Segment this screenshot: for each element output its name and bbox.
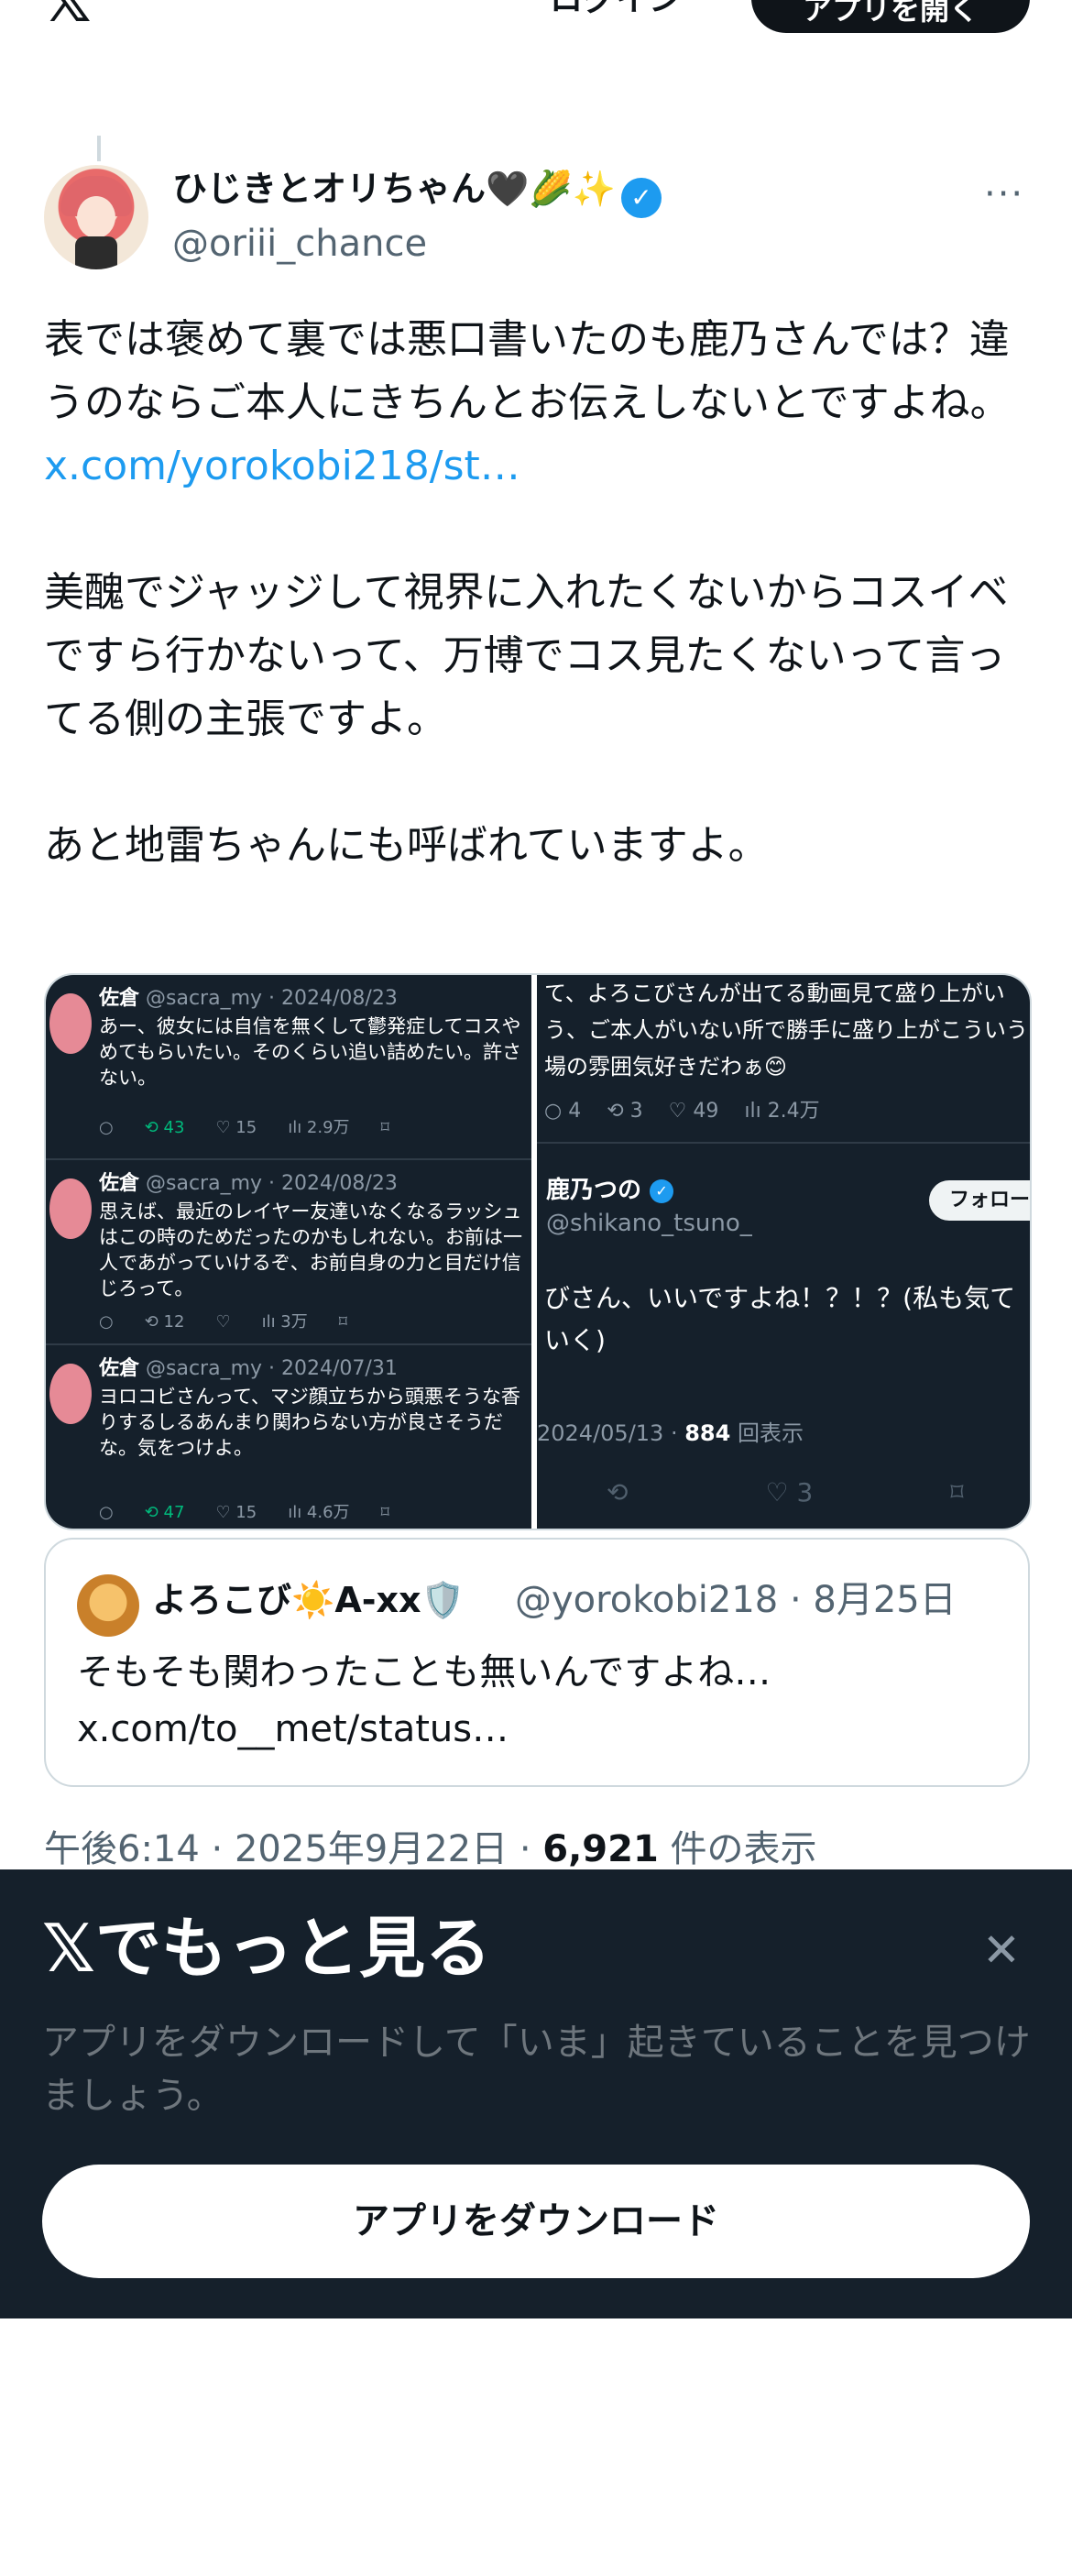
follow-button: フォロー [929,1180,1030,1221]
open-app-button[interactable]: アプリを開く [751,0,1030,33]
like-icon: ♡ 15 [215,1503,257,1522]
retweet-icon: ⟲ [607,1477,629,1507]
media-image-left[interactable]: 佐倉 @sacra_my · 2024/08/23 あー、彼女には自信を無くして… [46,975,531,1529]
avatar [49,993,92,1054]
view-count: 6,921 [542,1828,659,1870]
avatar [49,1178,92,1239]
views-icon: ılı 2.9万 [288,1118,350,1137]
embedded-post: 佐倉 @sacra_my · 2024/08/23 思えば、最近のレイヤー友達い… [46,1160,531,1345]
media-grid[interactable]: 佐倉 @sacra_my · 2024/08/23 あー、彼女には自信を無くして… [44,973,1032,1530]
embedded-post: 佐倉 @sacra_my · 2024/08/23 あー、彼女には自信を無くして… [46,975,531,1160]
timestamp[interactable]: 午後6:14 · 2025年9月22日 · [44,1828,542,1870]
top-bar: 𝕏 ログイン アプリを開く [0,0,1072,37]
like-icon: ♡ 49 [668,1100,719,1123]
login-link[interactable]: ログイン [550,0,682,20]
avatar[interactable] [44,165,148,269]
views-icon: ılı 2.4万 [744,1100,820,1123]
verified-badge-icon: ✓ [620,178,662,218]
retweet-icon: ⟲ 43 [144,1118,185,1137]
retweet-icon: ⟲ 3 [607,1100,643,1123]
author-name-row[interactable]: ひじきとオリちゃん🖤🌽✨ ✓ [172,165,662,218]
tweet-paragraph-3: あと地雷ちゃんにも呼ばれていますよ。 [44,822,769,869]
avatar [77,1574,139,1637]
reply-icon: ○ [99,1118,114,1137]
reply-icon: ○ [99,1503,114,1522]
media-image-right[interactable]: て、よろこびさんが出てる動画見て盛り上がいう、ご本人がいない所で勝手に盛り上がこ… [537,975,1030,1529]
quoted-tweet[interactable]: よろこび☀️A-xx🛡️ @yorokobi218 · 8月25日 そもそも関わ… [44,1538,1030,1787]
views-icon: ılı 3万 [261,1312,308,1332]
embedded-post: 佐倉 @sacra_my · 2024/07/31 ヨロコビさんって、マジ顔立ち… [46,1345,531,1529]
tweet-paragraph-2: 美醜でジャッジして視界に入れたくないからコスイベですら行かないって、万博でコス見… [44,569,1009,742]
quoted-author-handle: @yorokobi218 · 8月25日 [515,1579,957,1621]
close-icon[interactable]: ✕ [982,1924,1021,1976]
verified-badge-icon: ✓ [650,1179,674,1203]
banner-subtitle: アプリをダウンロードして「いま」起きていることを見つけましょう。 [42,2022,1031,2117]
author-emoji: 🖤🌽✨ [486,169,616,209]
app-promo-banner: 𝕏でもっと見る ✕ アプリをダウンロードして「いま」起きていることを見つけましょ… [0,1869,1072,2318]
like-icon: ♡ 3 [765,1477,814,1507]
like-icon: ♡ [215,1312,231,1332]
bookmark-icon: ⌑ [380,1503,389,1522]
reply-icon: ○ [99,1312,114,1332]
tweet-meta: 午後6:14 · 2025年9月22日 · 6,921 件の表示 [44,1828,817,1870]
author-handle[interactable]: @oriii_chance [172,220,427,268]
retweet-icon: ⟲ 12 [144,1312,185,1332]
tweet-text: 表では褒めて裏では悪口書いたのも鹿乃さんでは？違うのならご本人にきちんとお伝えし… [44,308,1034,877]
thread-line [97,136,101,161]
bookmark-icon: ⌑ [380,1118,389,1137]
quoted-text: そもそも関わったことも無いんですよね… x.com/to__met/status… [77,1651,771,1750]
avatar [49,1364,92,1424]
bookmark-icon: ⌑ [950,1477,964,1507]
views-icon: ılı 4.6万 [288,1503,350,1522]
reply-icon: ○ 4 [544,1100,582,1123]
more-options-icon[interactable]: ··· [984,176,1024,213]
author-name[interactable]: ひじきとオリちゃん [172,169,486,209]
tweet-paragraph-1: 表では褒めて裏では悪口書いたのも鹿乃さんでは？違うのならご本人にきちんとお伝えし… [44,316,1011,426]
tweet-link[interactable]: x.com/yorokobi218/st… [44,443,520,489]
bookmark-icon: ⌑ [338,1312,348,1332]
retweet-icon: ⟲ 47 [144,1503,185,1522]
download-app-button[interactable]: アプリをダウンロード [42,2165,1030,2278]
like-icon: ♡ 15 [215,1118,257,1137]
quoted-author-name: よろこび☀️A-xx🛡️ [152,1580,465,1620]
x-logo-icon[interactable]: 𝕏 [44,0,92,31]
banner-title: 𝕏でもっと見る [42,1910,492,1987]
